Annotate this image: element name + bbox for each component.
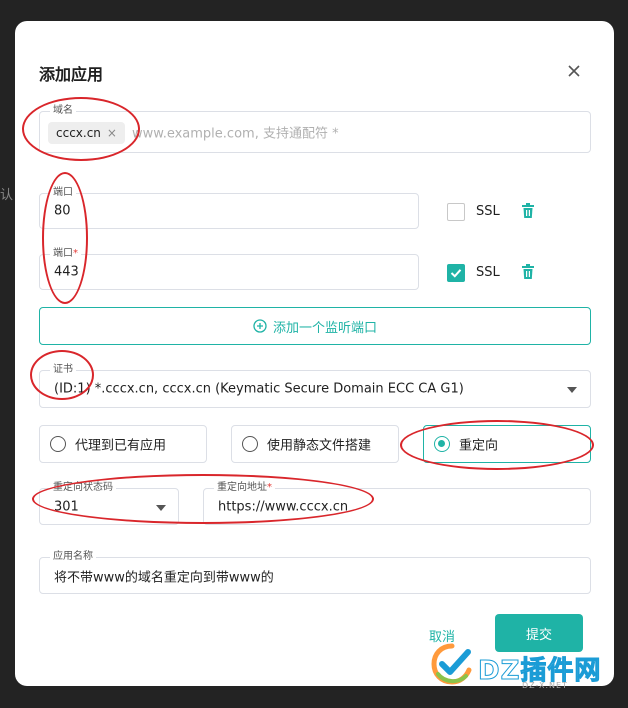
radio-label: 代理到已有应用 [75,438,167,454]
certificate-select[interactable]: 证书 (ID:1) *.cccx.cn, cccx.cn (Keymatic S… [39,363,591,408]
certificate-value: (ID:1) *.cccx.cn, cccx.cn (Keymatic Secu… [54,381,464,397]
radio-indicator [242,436,258,452]
app-name-value: 将不带www的域名重定向到带www的 [54,570,274,585]
chip-remove-button[interactable]: × [107,126,117,140]
domain-label: 域名 [50,104,76,118]
radio-label: 重定向 [459,438,499,454]
radio-label: 使用静态文件搭建 [267,438,372,454]
dialog-title: 添加应用 [39,65,104,84]
dropdown-caret-icon [567,387,577,393]
add-app-dialog: 添加应用 域名 cccx.cn × www.example.com, 支持通配符… [15,21,614,686]
domain-field[interactable]: 域名 cccx.cn × www.example.com, 支持通配符 * [39,104,591,153]
port-field-2[interactable]: 端口* 443 [39,247,419,290]
domain-input-placeholder[interactable]: www.example.com, 支持通配符 * [132,123,339,142]
ssl-checkbox-1[interactable] [447,203,465,221]
redirect-url-value: https://www.cccx.cn [218,499,349,514]
trash-icon[interactable] [521,203,535,219]
dropdown-caret-icon [156,505,166,511]
app-name-label: 应用名称 [50,550,96,564]
port-label-2: 端口* [50,247,81,261]
radio-indicator [50,436,66,452]
trash-icon[interactable] [521,264,535,280]
ssl-label-2: SSL [476,265,500,280]
radio-proxy-existing-app[interactable]: 代理到已有应用 [39,425,207,463]
radio-indicator-selected [434,436,450,452]
redirect-url-field[interactable]: 重定向地址* https://www.cccx.cn [203,481,591,525]
close-icon [568,65,580,77]
add-port-button[interactable]: 添加一个监听端口 [39,307,591,345]
ssl-checkbox-2[interactable] [447,264,465,282]
background-partial-text: 认 [0,188,14,203]
ssl-label-1: SSL [476,204,500,219]
app-name-field[interactable]: 应用名称 将不带www的域名重定向到带www的 [39,550,591,594]
domain-chip: cccx.cn × [48,122,125,144]
watermark-logo-icon [431,643,472,685]
plus-circle-icon [253,319,267,333]
close-button[interactable] [564,61,584,81]
add-port-label: 添加一个监听端口 [272,320,377,336]
port-field-1[interactable]: 端口 80 [39,186,419,229]
port-value-2: 443 [54,264,79,280]
port-label-1: 端口 [50,186,76,200]
port-value-1: 80 [54,203,71,219]
watermark-sub: DZ-X.NET [522,681,568,690]
redirect-url-label: 重定向地址* [214,481,275,495]
redirect-code-value: 301 [54,499,79,514]
submit-button[interactable]: 提交 [495,614,583,652]
redirect-code-label: 重定向状态码 [50,481,116,495]
radio-redirect[interactable]: 重定向 [423,425,591,463]
radio-static-files[interactable]: 使用静态文件搭建 [231,425,399,463]
redirect-code-select[interactable]: 重定向状态码 301 [39,481,179,525]
certificate-label: 证书 [50,363,76,377]
check-icon [450,269,462,278]
domain-chip-text: cccx.cn [56,126,101,140]
